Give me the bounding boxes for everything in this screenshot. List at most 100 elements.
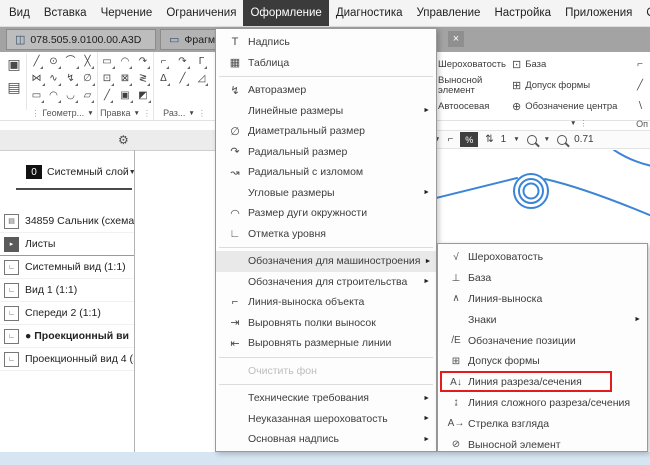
- geometry-tool-icon[interactable]: ↯: [66, 74, 74, 84]
- menu-item-oboznacheniya-mashinostroenie[interactable]: Обозначения для машиностроения►: [216, 251, 436, 272]
- menu-vid[interactable]: Вид: [2, 0, 37, 26]
- geometry-tool-icon[interactable]: ∿: [49, 74, 57, 84]
- menu-item-razmer-dugi[interactable]: ◠Размер дуги окружности: [216, 203, 436, 224]
- menu-nastroyka[interactable]: Настройка: [487, 0, 558, 26]
- chevron-down-icon[interactable]: ▼: [188, 110, 194, 117]
- edit-tool-icon[interactable]: ▭: [102, 57, 111, 67]
- tree-item-view-1[interactable]: ∟Вид 1 (1:1): [0, 279, 134, 302]
- drawing-canvas[interactable]: [430, 150, 650, 245]
- tree-item-document[interactable]: ▤34859 Сальник (схема о: [0, 210, 134, 233]
- menu-item-diametralnyj-razmer[interactable]: ∅Диаметральный размер: [216, 121, 436, 142]
- ortho-icon[interactable]: ⌐: [447, 134, 453, 145]
- dimension-tool-icon[interactable]: Γ: [199, 57, 205, 67]
- menu-item-avtorazmer[interactable]: ↯Авторазмер: [216, 80, 436, 101]
- geometry-tool-icon[interactable]: ⌒: [66, 57, 76, 67]
- submenu-item-vynosnoj-element[interactable]: ⊘Выносной элемент: [438, 434, 647, 452]
- dimension-tool-icon[interactable]: ⌐: [161, 57, 167, 67]
- angle-line-icon[interactable]: ∖: [632, 101, 648, 112]
- tree-item-projection-view-4[interactable]: ∟Проекционный вид 4 (1: [0, 348, 134, 371]
- snap-toggle-active[interactable]: %: [460, 132, 478, 147]
- menu-prilozheniya[interactable]: Приложения: [558, 0, 639, 26]
- dimension-icon[interactable]: ⌐: [632, 59, 648, 70]
- detail-view-button[interactable]: Выносной элемент: [438, 76, 510, 96]
- dimension-tool-icon[interactable]: Δ: [160, 74, 167, 84]
- edit-tool-icon[interactable]: ◠: [121, 57, 130, 67]
- chevron-down-icon[interactable]: ▼: [544, 136, 550, 143]
- gear-icon[interactable]: ⚙: [118, 132, 129, 148]
- menu-ogranicheniya[interactable]: Ограничения: [159, 0, 243, 26]
- submenu-item-liniya-slozhnogo-razreza[interactable]: ↨Линия сложного разреза/сечения: [438, 393, 647, 414]
- submenu-item-liniya-razreza-selected[interactable]: A↓Линия разреза/сечения: [438, 372, 647, 393]
- menu-item-vyrovnyat-polki[interactable]: ⇥Выровнять полки выносок: [216, 313, 436, 334]
- tab-document[interactable]: ◫ 078.505.9.0100.00.A3D: [6, 29, 156, 50]
- menu-item-radialnyj-s-izlomom[interactable]: ↝Радиальный с изломом: [216, 162, 436, 183]
- dimension-tool-icon[interactable]: ↷: [178, 57, 186, 67]
- menu-item-tehnicheskie-trebovaniya[interactable]: Технические требования►: [216, 388, 436, 409]
- chevron-down-icon[interactable]: ▼: [133, 110, 139, 117]
- geometry-tool-icon[interactable]: ◠: [49, 91, 58, 101]
- submenu-item-liniya-vynoska[interactable]: ∧Линия-выноска: [438, 289, 647, 310]
- roughness-button[interactable]: Шероховатость: [438, 60, 510, 70]
- menu-item-vyrovnyat-razmernye[interactable]: ⇤Выровнять размерные линии: [216, 333, 436, 354]
- menu-item-osnovnaya-nadpis[interactable]: Основная надпись►: [216, 429, 436, 450]
- tree-item-sheets[interactable]: ▸Листы: [0, 233, 134, 256]
- menu-item-uglovye-razmery[interactable]: Угловые размеры►: [216, 183, 436, 204]
- datum-button[interactable]: ⊡База: [512, 60, 630, 70]
- grip-icon[interactable]: ⋮: [31, 109, 39, 118]
- geometry-tool-icon[interactable]: ⊙: [49, 57, 57, 67]
- geometry-tool-icon[interactable]: ∅: [83, 74, 92, 84]
- tree-item-system-view[interactable]: ∟Системный вид (1:1): [0, 256, 134, 279]
- chevron-down-icon[interactable]: ▼: [513, 136, 519, 143]
- geometry-tool-icon[interactable]: ▭: [32, 91, 41, 101]
- view-number-icon[interactable]: ⇅: [485, 134, 493, 145]
- tab-close-button[interactable]: ×: [448, 31, 464, 47]
- menu-item-otmetka-urovnya[interactable]: ∟Отметка уровня: [216, 224, 436, 245]
- dimension-tool-icon[interactable]: ◿: [198, 74, 206, 84]
- grip-icon[interactable]: ⋮: [143, 109, 151, 118]
- zoom-area-icon[interactable]: [527, 135, 537, 145]
- tree-item-projection-view-current[interactable]: ∟● Проекционный ви: [0, 325, 134, 348]
- edit-tool-icon[interactable]: ⊡: [103, 74, 111, 84]
- zoom-scale-icon[interactable]: [557, 135, 567, 145]
- save-icon[interactable]: ▣: [7, 56, 20, 73]
- edit-tool-icon[interactable]: ◩: [138, 91, 147, 101]
- chevron-down-icon[interactable]: ▼: [570, 120, 576, 127]
- group-label-geometry[interactable]: Геометр...: [42, 108, 84, 118]
- form-tolerance-button[interactable]: ⊞Допуск формы: [512, 81, 630, 91]
- geometry-tool-icon[interactable]: ⋈: [32, 74, 42, 84]
- submenu-item-baza[interactable]: ⊥База: [438, 268, 647, 289]
- menu-item-neukazannaya-sherohovatost[interactable]: Неуказанная шероховатость►: [216, 409, 436, 430]
- grip-icon[interactable]: ⋮: [579, 119, 587, 128]
- menu-item-oboznacheniya-stroitelstvo[interactable]: Обозначения для строительства►: [216, 272, 436, 293]
- group-label-annotations[interactable]: Оп: [636, 119, 648, 129]
- auto-centerline-button[interactable]: Автоосевая: [438, 102, 510, 112]
- center-mark-button[interactable]: ⊕Обозначение центра: [512, 102, 630, 112]
- edit-tool-icon[interactable]: ⊠: [121, 74, 129, 84]
- menu-item-radialnyj-razmer[interactable]: ↷Радиальный размер: [216, 142, 436, 163]
- geometry-tool-icon[interactable]: ▱: [84, 91, 92, 101]
- menu-upravlenie[interactable]: Управление: [410, 0, 488, 26]
- save-as-icon[interactable]: ▤: [7, 79, 20, 96]
- menu-vstavka[interactable]: Вставка: [37, 0, 94, 26]
- group-label-dimensions[interactable]: Раз...: [163, 108, 185, 118]
- submenu-item-sherohovatost[interactable]: √Шероховатость: [438, 247, 647, 268]
- submenu-item-znaki[interactable]: Знаки►: [438, 309, 647, 330]
- menu-oformlenie-active[interactable]: Оформление: [243, 0, 328, 26]
- submenu-item-dopusk-formy[interactable]: ⊞Допуск формы: [438, 351, 647, 372]
- edit-tool-icon[interactable]: ╱: [104, 91, 110, 101]
- geometry-tool-icon[interactable]: ╳: [84, 57, 90, 67]
- edit-tool-icon[interactable]: ↷: [139, 57, 147, 67]
- menu-item-tablica[interactable]: ▦Таблица: [216, 53, 436, 74]
- layer-selector[interactable]: 0 Системный слой ▼: [0, 162, 134, 182]
- edit-tool-icon[interactable]: ▣: [120, 91, 129, 101]
- menu-cherchenie[interactable]: Черчение: [94, 0, 160, 26]
- tree-item-front-2[interactable]: ∟Спереди 2 (1:1): [0, 302, 134, 325]
- geometry-tool-icon[interactable]: ╱: [33, 57, 39, 67]
- menu-item-nadpis[interactable]: TНадпись: [216, 32, 436, 53]
- grip-icon[interactable]: ⋮: [198, 109, 206, 118]
- chevron-down-icon[interactable]: ▼: [87, 110, 93, 117]
- line-icon[interactable]: ╱: [632, 80, 648, 91]
- group-label-edit[interactable]: Правка: [100, 108, 130, 118]
- menu-diagnostika[interactable]: Диагностика: [329, 0, 410, 26]
- submenu-item-strelka-vzglyada[interactable]: A→Стрелка взгляда: [438, 413, 647, 434]
